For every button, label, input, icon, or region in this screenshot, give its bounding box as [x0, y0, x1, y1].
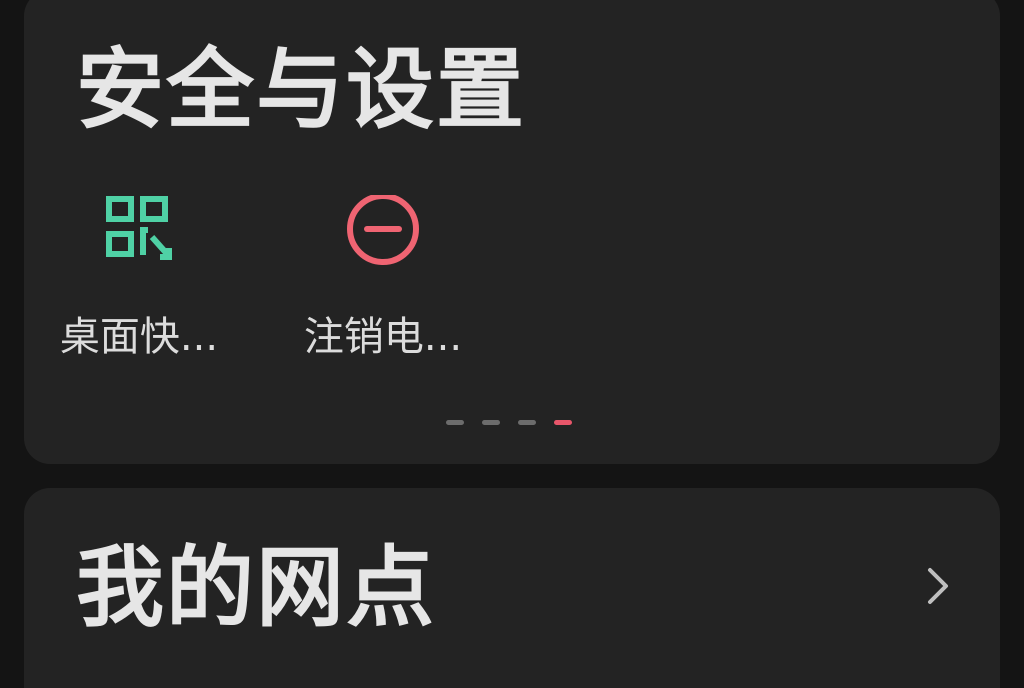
page: 安全与设置 桌面快... 注销电... 我的网点 [0, 0, 1024, 688]
shortcut-label: 注销电... [303, 314, 463, 360]
page-dot [518, 420, 536, 425]
minus-circle-icon [268, 190, 498, 270]
my-outlets-card[interactable]: 我的网点 [24, 488, 1000, 688]
chevron-right-icon[interactable] [922, 566, 952, 606]
page-dot [446, 420, 464, 425]
page-dot [482, 420, 500, 425]
security-settings-title: 安全与设置 [76, 38, 527, 141]
page-dot-active [554, 420, 572, 425]
qr-scan-icon [24, 190, 254, 270]
my-outlets-title: 我的网点 [76, 536, 437, 639]
shortcut-desktop[interactable]: 桌面快... [24, 190, 254, 380]
security-settings-card: 安全与设置 桌面快... 注销电... [24, 0, 1000, 464]
shortcut-logout[interactable]: 注销电... [268, 190, 498, 380]
shortcut-label: 桌面快... [59, 314, 219, 360]
page-indicator [446, 420, 572, 426]
